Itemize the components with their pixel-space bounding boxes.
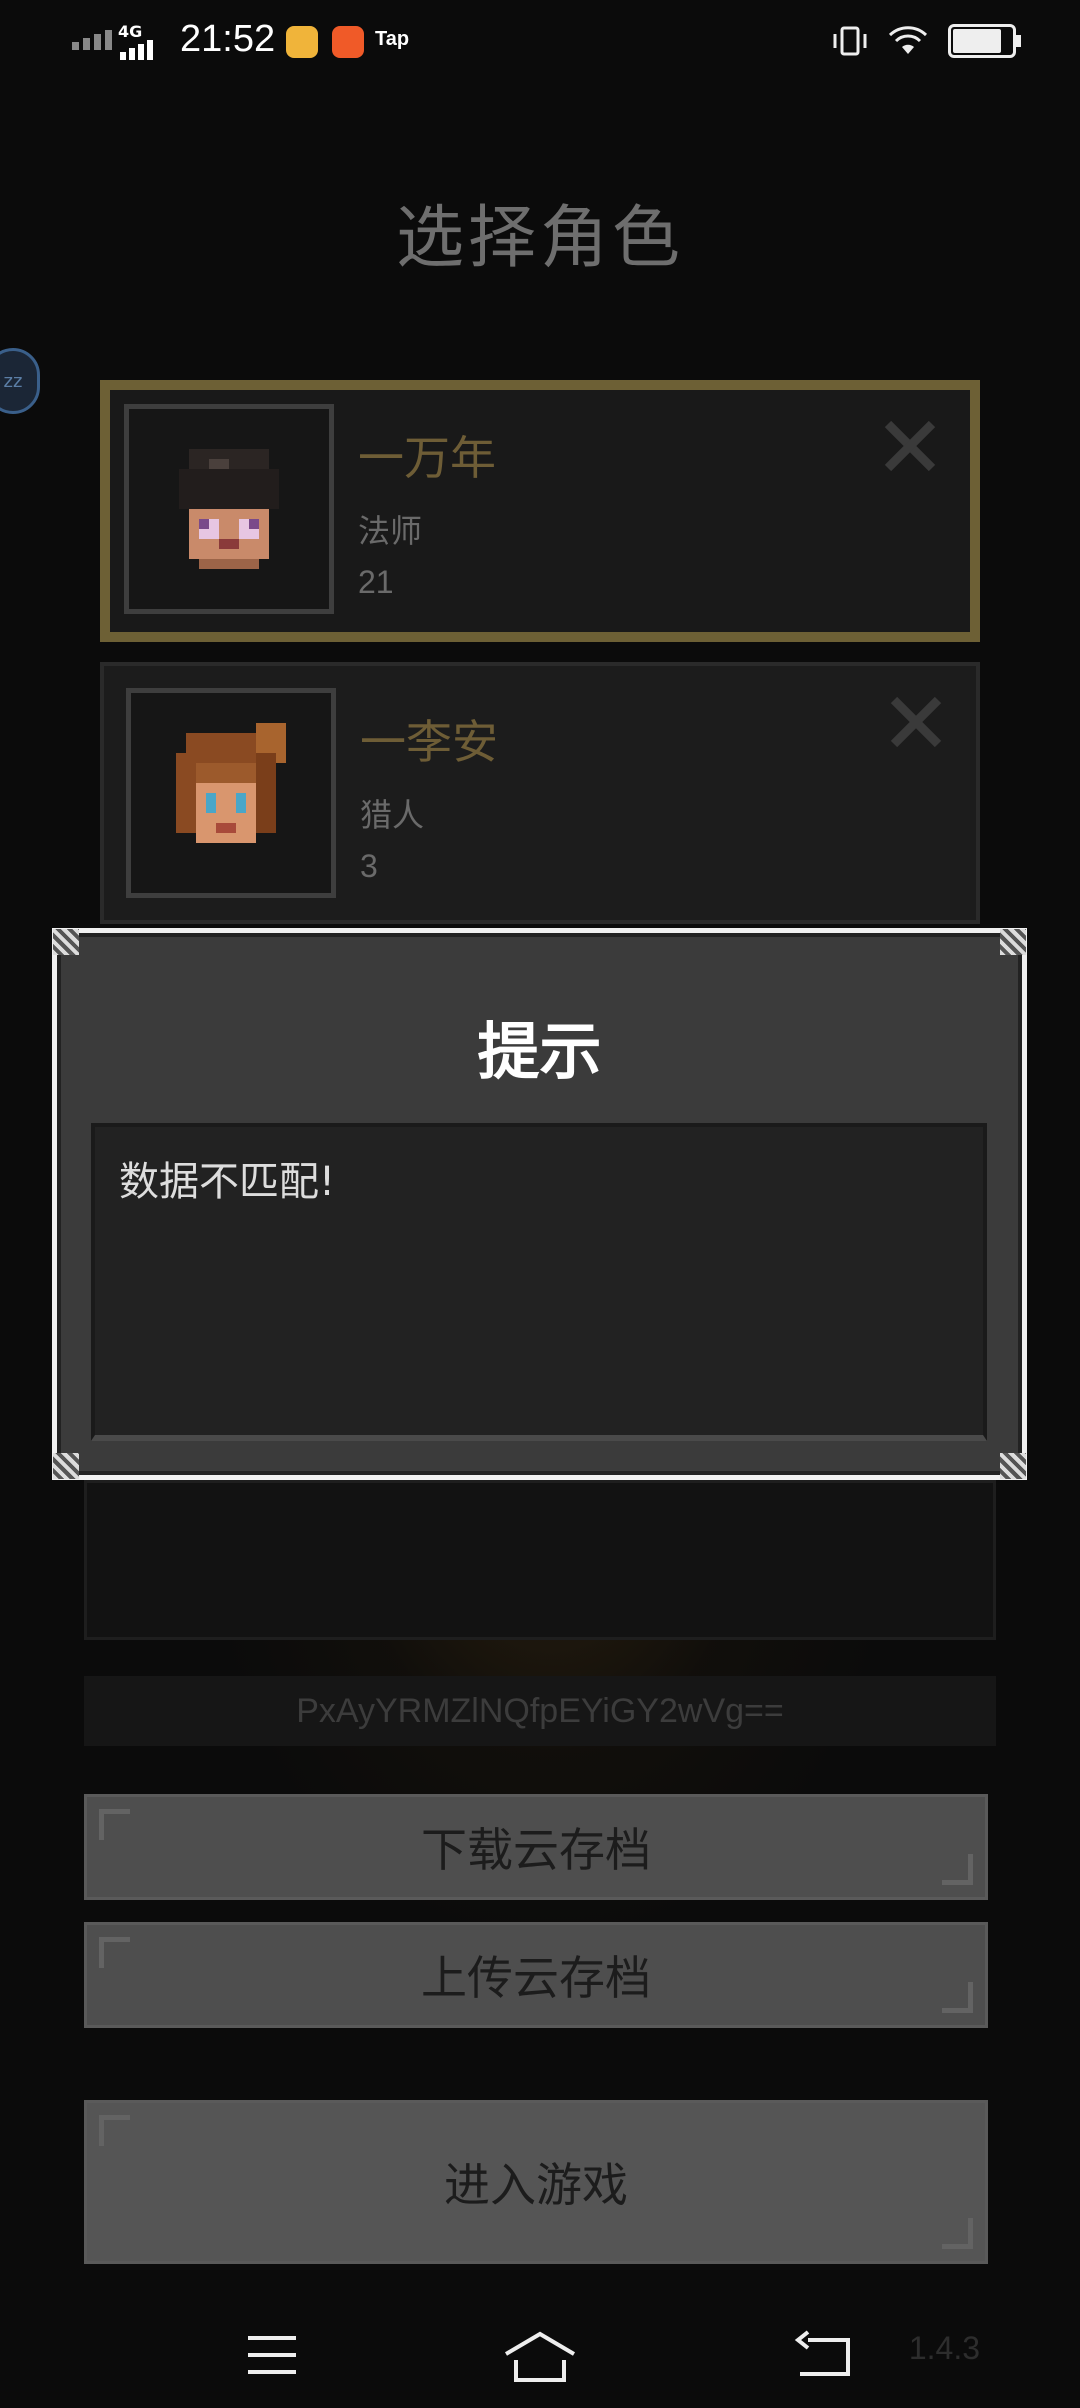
hunter-avatar-icon xyxy=(176,723,286,843)
wifi-icon xyxy=(888,26,928,54)
enter-game-button[interactable]: 进入游戏 xyxy=(84,2100,988,2264)
back-icon[interactable] xyxy=(794,2330,854,2380)
signal-icon xyxy=(72,30,112,50)
floating-side-button[interactable]: zz xyxy=(0,348,40,414)
character-list: 一万年 法师 21 一李安 猎人 3 xyxy=(100,380,980,944)
page-title: 选择角色 xyxy=(395,199,684,278)
delete-character-icon[interactable] xyxy=(880,416,940,476)
dialog-corner xyxy=(53,1453,79,1479)
delete-character-icon[interactable] xyxy=(886,692,946,752)
character-portrait xyxy=(126,688,336,898)
character-name: 一万年 xyxy=(358,431,496,485)
corner-decoration xyxy=(942,2218,973,2249)
corner-decoration xyxy=(942,1982,973,2013)
dialog-corner xyxy=(1000,1453,1026,1479)
tap-app-label: Tap xyxy=(375,28,410,50)
version-label: 1.4.3 xyxy=(908,2330,980,2366)
game-app-icon xyxy=(286,26,318,58)
dialog-title: 提示 xyxy=(477,1015,602,1088)
download-cloud-save-button[interactable]: 下载云存档 xyxy=(84,1794,988,1900)
download-cloud-save-label: 下载云存档 xyxy=(421,1823,651,1877)
vibrate-icon xyxy=(833,26,867,56)
clock: 21:52 xyxy=(180,18,276,60)
character-level: 21 xyxy=(358,564,394,600)
dialog-message-box: 数据不匹配! xyxy=(91,1123,987,1441)
network-type: 4G xyxy=(118,22,143,41)
character-card-2[interactable]: 一李安 猎人 3 xyxy=(100,662,980,924)
character-name: 一李安 xyxy=(360,715,498,769)
home-icon[interactable] xyxy=(502,2330,578,2386)
mage-avatar-icon xyxy=(179,449,279,569)
dialog-corner xyxy=(1000,929,1026,955)
store-app-icon xyxy=(332,26,364,58)
status-bar: 4G 21:52 Tap xyxy=(0,0,1080,84)
character-portrait xyxy=(124,404,334,614)
corner-decoration xyxy=(942,1854,973,1885)
battery-icon xyxy=(948,24,1021,58)
character-class: 猎人 xyxy=(360,796,425,834)
upload-cloud-save-button[interactable]: 上传云存档 xyxy=(84,1922,988,2028)
dialog-message: 数据不匹配! xyxy=(119,1159,336,1205)
alert-dialog[interactable]: 提示 数据不匹配! xyxy=(52,928,1027,1480)
corner-decoration xyxy=(99,1809,130,1840)
corner-decoration xyxy=(99,2115,130,2146)
dialog-corner xyxy=(53,929,79,955)
enter-game-label: 进入游戏 xyxy=(444,2158,628,2212)
character-level: 3 xyxy=(360,848,378,884)
empty-character-slot[interactable] xyxy=(84,1480,996,1640)
signal-bars-icon xyxy=(120,40,153,60)
upload-cloud-save-label: 上传云存档 xyxy=(421,1951,651,2005)
character-card-1[interactable]: 一万年 法师 21 xyxy=(100,380,980,642)
menu-icon[interactable] xyxy=(244,2330,300,2380)
character-class: 法师 xyxy=(358,512,423,550)
save-code-text: PxAyYRMZlNQfpEYiGY2wVg== xyxy=(84,1676,996,1746)
corner-decoration xyxy=(99,1937,130,1968)
